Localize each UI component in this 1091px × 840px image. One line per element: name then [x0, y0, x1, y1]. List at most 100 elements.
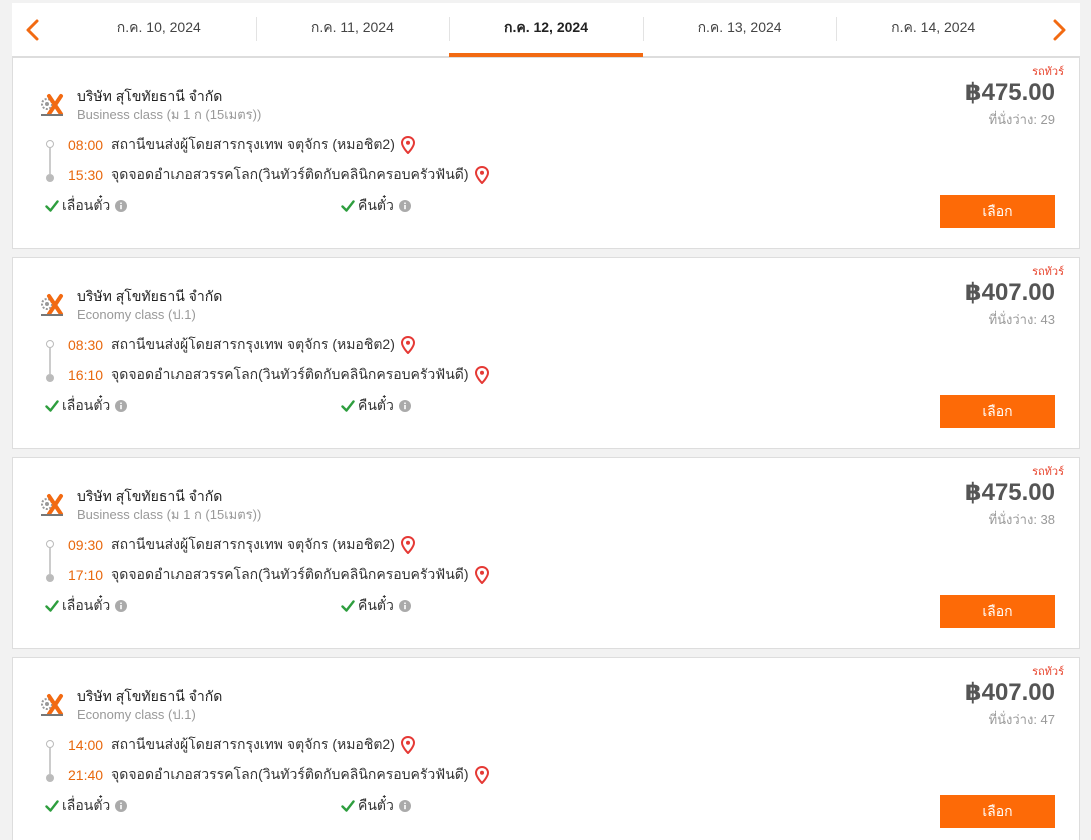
info-icon[interactable] [115, 800, 128, 812]
arrive-dot [46, 374, 54, 382]
departure-time: 08:00 [68, 137, 104, 153]
map-pin-icon[interactable] [474, 566, 489, 584]
trip-card: รถทัวร์ บริษัท สุโขทัยธานี จำกัด Economy… [12, 657, 1080, 840]
trip-card: รถทัวร์ บริษัท สุโขทัยธานี จำกัด Busines… [12, 57, 1080, 249]
departure-stop: 09:30 สถานีขนส่งผู้โดยสารกรุงเทพ จตุจักร… [68, 534, 415, 556]
operator-logo-icon [39, 692, 65, 718]
departure-stop: 14:00 สถานีขนส่งผู้โดยสารกรุงเทพ จตุจักร… [68, 734, 415, 756]
available-seats: ที่นั่งว่าง: 47 [988, 712, 1055, 727]
map-pin-icon[interactable] [400, 336, 415, 354]
select-trip-button[interactable]: เลือก [940, 195, 1055, 228]
route-timeline [45, 140, 55, 182]
arrival-stop: 17:10 จุดจอดอำเภอสวรรคโลก(วินทัวร์ติดกับ… [68, 564, 489, 586]
date-tab-active[interactable]: ก.ค. 12, 2024 [449, 3, 643, 57]
info-icon[interactable] [398, 400, 411, 412]
arrival-time: 21:40 [68, 767, 104, 783]
select-trip-button[interactable]: เลือก [940, 595, 1055, 628]
select-trip-button[interactable]: เลือก [940, 795, 1055, 828]
refund-feature: คืนตั๋ว [341, 595, 411, 617]
arrival-stop: 15:30 จุดจอดอำเภอสวรรคโลก(วินทัวร์ติดกับ… [68, 164, 489, 186]
reschedule-feature: เลื่อนตั๋ว [45, 795, 128, 817]
departure-place: สถานีขนส่งผู้โดยสารกรุงเทพ จตุจักร (หมอช… [111, 136, 395, 152]
info-icon[interactable] [115, 400, 128, 412]
check-icon [341, 600, 355, 612]
route-timeline [45, 540, 55, 582]
reschedule-label: เลื่อนตั๋ว [62, 197, 111, 213]
chevron-left-icon[interactable] [18, 15, 48, 45]
available-seats: ที่นั่งว่าง: 38 [988, 512, 1055, 527]
info-icon[interactable] [398, 600, 411, 612]
arrive-dot [46, 174, 54, 182]
date-tab[interactable]: ก.ค. 13, 2024 [642, 3, 837, 57]
arrival-place: จุดจอดอำเภอสวรรคโลก(วินทัวร์ติดกับคลินิก… [111, 166, 469, 182]
check-icon [45, 400, 59, 412]
trip-price: ฿475.00 [964, 79, 1055, 106]
map-pin-icon[interactable] [400, 536, 415, 554]
arrival-stop: 16:10 จุดจอดอำเภอสวรรคโลก(วินทัวร์ติดกับ… [68, 364, 489, 386]
date-tab[interactable]: ก.ค. 10, 2024 [62, 3, 256, 57]
select-trip-button[interactable]: เลือก [940, 395, 1055, 428]
refund-feature: คืนตั๋ว [341, 795, 411, 817]
operator-logo-icon [39, 92, 65, 118]
map-pin-icon[interactable] [474, 766, 489, 784]
trip-card: รถทัวร์ บริษัท สุโขทัยธานี จำกัด Busines… [12, 457, 1080, 649]
departure-stop: 08:30 สถานีขนส่งผู้โดยสารกรุงเทพ จตุจักร… [68, 334, 415, 356]
chevron-right-icon[interactable] [1044, 15, 1074, 45]
trip-price: ฿407.00 [964, 279, 1055, 306]
map-pin-icon[interactable] [474, 166, 489, 184]
route-line [49, 548, 51, 574]
departure-place: สถานีขนส่งผู้โดยสารกรุงเทพ จตุจักร (หมอช… [111, 536, 395, 552]
map-pin-icon[interactable] [400, 736, 415, 754]
arrival-time: 16:10 [68, 367, 104, 383]
date-selector-bar: ก.ค. 10, 2024 ก.ค. 11, 2024 ก.ค. 12, 202… [12, 3, 1080, 57]
check-icon [341, 400, 355, 412]
trip-price: ฿475.00 [964, 479, 1055, 506]
info-icon[interactable] [115, 600, 128, 612]
refund-label: คืนตั๋ว [358, 597, 394, 613]
arrival-place: จุดจอดอำเภอสวรรคโลก(วินทัวร์ติดกับคลินิก… [111, 366, 469, 382]
date-tab[interactable]: ก.ค. 11, 2024 [255, 3, 450, 57]
depart-dot [46, 140, 54, 148]
trip-price: ฿407.00 [964, 679, 1055, 706]
depart-dot [46, 540, 54, 548]
depart-dot [46, 340, 54, 348]
route-line [49, 748, 51, 774]
departure-time: 09:30 [68, 537, 104, 553]
refund-label: คืนตั๋ว [358, 397, 394, 413]
check-icon [45, 600, 59, 612]
departure-time: 14:00 [68, 737, 104, 753]
check-icon [341, 800, 355, 812]
route-line [49, 148, 51, 174]
arrival-time: 15:30 [68, 167, 104, 183]
info-icon[interactable] [398, 200, 411, 212]
check-icon [45, 200, 59, 212]
date-tab[interactable]: ก.ค. 14, 2024 [836, 3, 1030, 57]
reschedule-feature: เลื่อนตั๋ว [45, 595, 128, 617]
arrive-dot [46, 774, 54, 782]
seat-class: Business class (ม 1 ก (15เมตร)) [77, 107, 262, 122]
operator-logo-icon [39, 292, 65, 318]
reschedule-feature: เลื่อนตั๋ว [45, 195, 128, 217]
map-pin-icon[interactable] [400, 136, 415, 154]
departure-place: สถานีขนส่งผู้โดยสารกรุงเทพ จตุจักร (หมอช… [111, 736, 395, 752]
trip-card: รถทัวร์ บริษัท สุโขทัยธานี จำกัด Economy… [12, 257, 1080, 449]
info-icon[interactable] [115, 200, 128, 212]
refund-feature: คืนตั๋ว [341, 195, 411, 217]
map-pin-icon[interactable] [474, 366, 489, 384]
route-timeline [45, 740, 55, 782]
departure-place: สถานีขนส่งผู้โดยสารกรุงเทพ จตุจักร (หมอช… [111, 336, 395, 352]
operator-logo-icon [39, 492, 65, 518]
available-seats: ที่นั่งว่าง: 29 [988, 112, 1055, 127]
available-seats: ที่นั่งว่าง: 43 [988, 312, 1055, 327]
check-icon [45, 800, 59, 812]
date-tabs: ก.ค. 10, 2024 ก.ค. 11, 2024 ก.ค. 12, 202… [62, 3, 1030, 57]
reschedule-feature: เลื่อนตั๋ว [45, 395, 128, 417]
seat-class: Economy class (ป.1) [77, 307, 196, 322]
arrival-stop: 21:40 จุดจอดอำเภอสวรรคโลก(วินทัวร์ติดกับ… [68, 764, 489, 786]
departure-stop: 08:00 สถานีขนส่งผู้โดยสารกรุงเทพ จตุจักร… [68, 134, 415, 156]
info-icon[interactable] [398, 800, 411, 812]
depart-dot [46, 740, 54, 748]
seat-class: Business class (ม 1 ก (15เมตร)) [77, 507, 262, 522]
reschedule-label: เลื่อนตั๋ว [62, 597, 111, 613]
refund-label: คืนตั๋ว [358, 197, 394, 213]
